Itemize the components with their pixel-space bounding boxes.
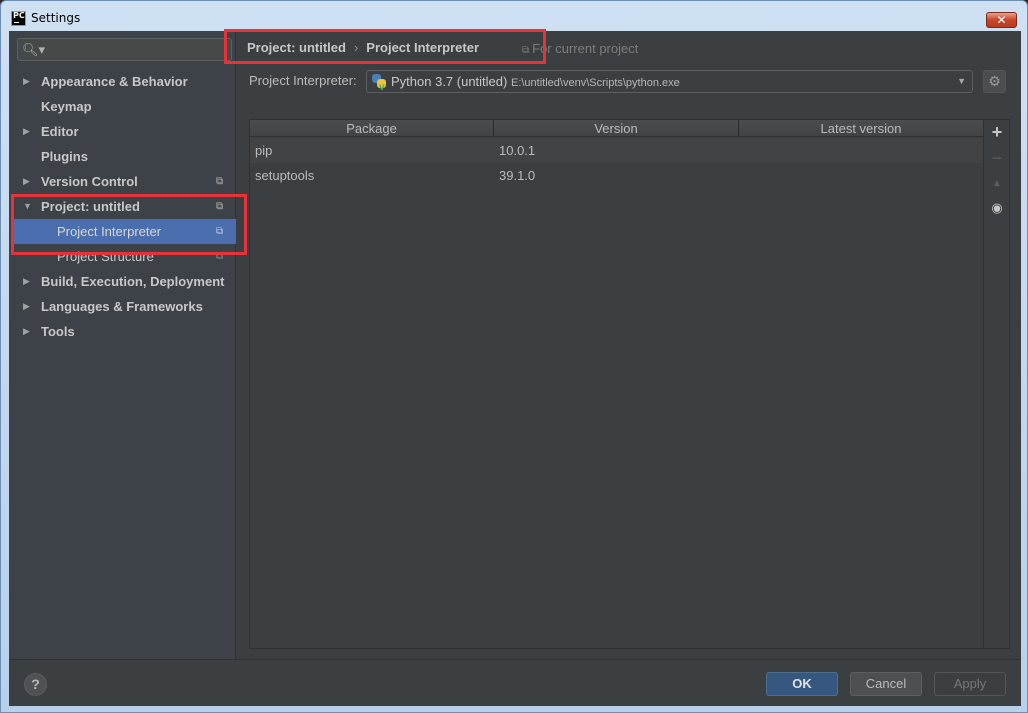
sidebar-item-project-untitled[interactable]: ▼ Project: untitled ⧉ — [9, 194, 236, 219]
breadcrumb-separator: › — [353, 40, 359, 55]
expand-arrow-icon[interactable]: ▶ — [23, 119, 30, 144]
package-version: 39.1.0 — [499, 168, 536, 183]
scope-note: ⧉ For current project — [522, 41, 639, 56]
dialog-body: 🔍︎▾ ▶ Appearance & Behavior Keymap ▶ Edi… — [9, 31, 1021, 706]
sidebar-item-plugins[interactable]: Plugins — [9, 144, 236, 169]
dialog-footer: ? OK Cancel Apply — [9, 659, 1021, 706]
eye-icon: ◉ — [991, 200, 1003, 215]
sidebar-item-project-structure[interactable]: Project Structure ⧉ — [9, 244, 236, 269]
project-scope-icon: ⧉ — [216, 226, 224, 237]
expand-arrow-icon[interactable]: ▶ — [23, 69, 30, 94]
column-header-package[interactable]: Package — [250, 120, 494, 137]
show-early-releases-button[interactable]: ◉ — [984, 200, 1010, 216]
breadcrumb-page: Project Interpreter — [366, 40, 479, 55]
python-icon: v — [372, 74, 386, 93]
remove-package-button[interactable]: − — [984, 148, 1010, 169]
help-button[interactable]: ? — [24, 673, 47, 696]
window-title: Settings — [31, 11, 81, 25]
table-header: Package Version Latest version — [250, 120, 983, 137]
breadcrumb-project: Project: untitled — [247, 40, 346, 55]
cancel-button[interactable]: Cancel — [850, 672, 922, 696]
project-scope-icon: ⧉ — [216, 251, 224, 262]
sidebar-item-appearance-behavior[interactable]: ▶ Appearance & Behavior — [9, 69, 236, 94]
gear-icon: ⚙ — [988, 73, 1001, 89]
title-bar[interactable]: PC Settings ✕ — [1, 1, 1027, 31]
interpreter-settings-button[interactable]: ⚙ — [983, 70, 1006, 93]
package-toolbar: + − ▲ ◉ — [983, 120, 1009, 648]
sidebar-item-editor[interactable]: ▶ Editor — [9, 119, 236, 144]
upgrade-package-button[interactable]: ▲ — [984, 178, 1010, 189]
add-package-button[interactable]: + — [984, 122, 1010, 143]
search-icon: 🔍︎▾ — [22, 42, 46, 57]
table-row[interactable]: pip 10.0.1 — [250, 138, 983, 163]
sidebar-item-version-control[interactable]: ▶ Version Control ⧉ — [9, 169, 236, 194]
settings-sidebar: 🔍︎▾ ▶ Appearance & Behavior Keymap ▶ Edi… — [9, 31, 236, 659]
project-scope-icon: ⧉ — [522, 45, 530, 56]
column-header-version[interactable]: Version — [494, 120, 739, 137]
interpreter-label: Project Interpreter: — [249, 73, 357, 88]
expand-arrow-icon[interactable]: ▶ — [23, 319, 30, 344]
sidebar-item-tools[interactable]: ▶ Tools — [9, 319, 236, 344]
apply-button[interactable]: Apply — [934, 672, 1006, 696]
column-header-latest-version[interactable]: Latest version — [739, 120, 983, 137]
project-scope-icon: ⧉ — [216, 176, 224, 187]
chevron-down-icon: ▼ — [957, 76, 966, 86]
interpreter-dropdown[interactable]: v Python 3.7 (untitled) E:\untitled\venv… — [366, 70, 973, 93]
packages-table-container: Package Version Latest version pip 10.0.… — [249, 119, 1010, 649]
sidebar-item-languages-frameworks[interactable]: ▶ Languages & Frameworks — [9, 294, 236, 319]
collapse-arrow-icon[interactable]: ▼ — [23, 194, 32, 219]
close-button[interactable]: ✕ — [986, 12, 1017, 28]
ok-button[interactable]: OK — [766, 672, 838, 696]
packages-table: Package Version Latest version pip 10.0.… — [250, 120, 983, 648]
package-version: 10.0.1 — [499, 143, 536, 158]
table-row[interactable]: setuptools 39.1.0 — [250, 163, 983, 188]
expand-arrow-icon[interactable]: ▶ — [23, 294, 30, 319]
settings-content: Project: untitled › Project Interpreter ⧉ F… — [237, 31, 1021, 659]
settings-window: PC Settings ✕ 🔍︎▾ ▶ Appearance & Behavio… — [0, 0, 1028, 713]
pycharm-app-icon: PC — [11, 11, 26, 26]
breadcrumb: Project: untitled › Project Interpreter — [247, 40, 479, 55]
package-name: setuptools — [255, 168, 315, 183]
expand-arrow-icon[interactable]: ▶ — [23, 269, 30, 294]
settings-search-input[interactable]: 🔍︎▾ — [17, 38, 232, 61]
expand-arrow-icon[interactable]: ▶ — [23, 169, 30, 194]
sidebar-item-build-execution-deployment[interactable]: ▶ Build, Execution, Deployment — [9, 269, 236, 294]
interpreter-name: Python 3.7 (untitled) — [391, 74, 508, 89]
package-name: pip — [255, 143, 273, 158]
project-scope-icon: ⧉ — [216, 201, 224, 212]
sidebar-item-project-interpreter[interactable]: Project Interpreter ⧉ — [13, 219, 236, 244]
sidebar-item-keymap[interactable]: Keymap — [9, 94, 236, 119]
interpreter-path: E:\untitled\venv\Scripts\python.exe — [510, 77, 680, 89]
